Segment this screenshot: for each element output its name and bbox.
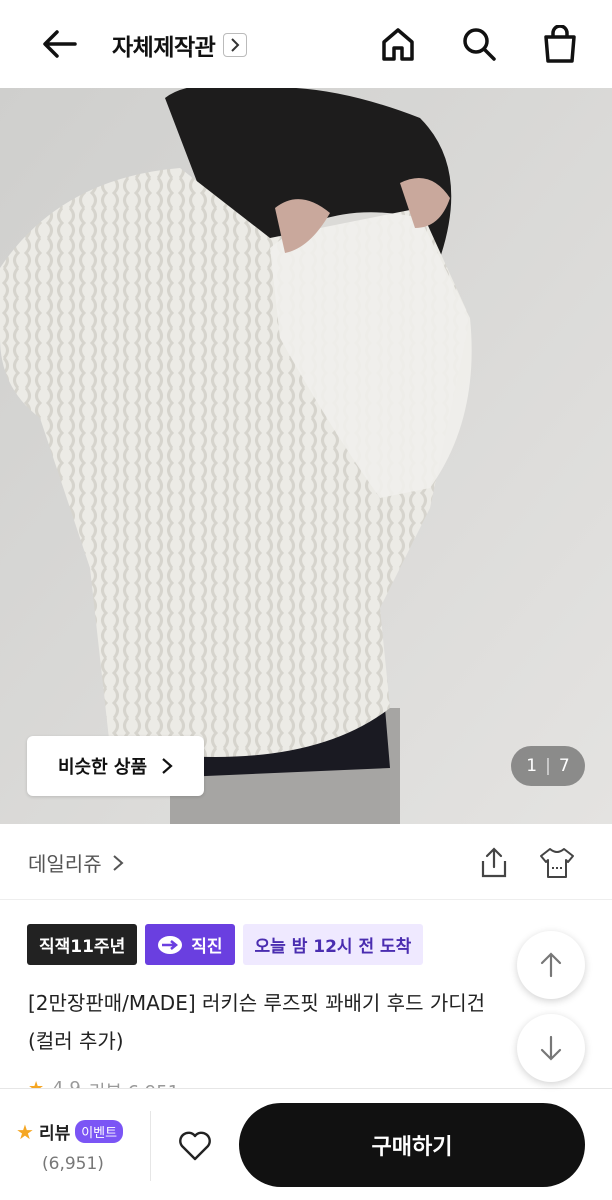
delivery-time-badge: 오늘 밤 12시 전 도착	[242, 924, 424, 965]
search-button[interactable]	[457, 22, 501, 66]
home-icon	[382, 28, 414, 61]
brand-row: 데일리쥬	[0, 824, 612, 900]
review-count: (6,951)	[42, 1154, 104, 1174]
direct-delivery-label: 직진	[191, 937, 223, 957]
back-button[interactable]	[38, 24, 82, 64]
back-arrow-icon	[43, 30, 77, 58]
pager-current: 1	[526, 756, 538, 776]
arrow-down-icon	[540, 1035, 562, 1061]
chevron-right-icon	[223, 33, 248, 57]
size-fit-button[interactable]	[536, 842, 578, 884]
review-label: 리뷰	[38, 1124, 71, 1144]
chevron-right-icon	[112, 854, 124, 871]
product-photo	[0, 88, 612, 824]
direct-delivery-badge: 직진	[145, 924, 235, 965]
top-bar: 자체제작관	[0, 0, 612, 88]
share-icon	[481, 847, 507, 878]
home-button[interactable]	[376, 22, 420, 66]
shop-title: 자체제작관	[112, 35, 216, 61]
size-fit-icon	[540, 848, 574, 878]
shopping-bag-icon	[544, 25, 576, 63]
anniversary-badge: 직잭11주년	[27, 924, 138, 965]
share-button[interactable]	[473, 842, 515, 884]
shop-title-link[interactable]: 자체제작관	[112, 28, 248, 62]
brand-name: 데일리쥬	[28, 852, 102, 876]
scroll-down-button[interactable]	[517, 1014, 585, 1082]
search-icon	[463, 28, 496, 61]
heart-icon	[179, 1131, 211, 1161]
chevron-right-icon	[162, 758, 173, 774]
similar-products-label: 비슷한 상품	[57, 757, 148, 778]
delivery-badges: 직잭11주년 직진 오늘 밤 12시 전 도착	[27, 924, 424, 965]
like-button[interactable]	[172, 1123, 218, 1169]
product-image[interactable]: 비슷한 상품 1 | 7	[0, 88, 612, 824]
direct-delivery-icon	[158, 935, 183, 954]
review-summary-button[interactable]: ★ 리뷰 이벤트 (6,951)	[16, 1119, 150, 1174]
arrow-up-icon	[540, 952, 562, 978]
product-title: [2만장판매/MADE] 러키슨 루즈핏 꽈배기 후드 가디건 (컬러 추가)	[28, 984, 578, 1060]
pager-separator: |	[545, 756, 551, 776]
image-pager: 1 | 7	[511, 746, 585, 786]
product-title-line-1: [2만장판매/MADE] 러키슨 루즈핏 꽈배기 후드 가디건	[28, 991, 486, 1015]
similar-products-button[interactable]: 비슷한 상품	[27, 736, 204, 796]
event-badge: 이벤트	[75, 1120, 124, 1143]
brand-link[interactable]: 데일리쥬	[28, 848, 124, 877]
buy-button[interactable]: 구매하기	[239, 1103, 585, 1187]
pager-total: 7	[558, 756, 570, 776]
cart-button[interactable]	[538, 22, 582, 66]
star-icon: ★	[16, 1119, 34, 1144]
bottom-action-bar: ★ 리뷰 이벤트 (6,951) 구매하기	[0, 1088, 612, 1200]
scroll-up-button[interactable]	[517, 931, 585, 999]
divider	[150, 1111, 151, 1181]
product-title-line-2: (컬러 추가)	[28, 1029, 124, 1053]
